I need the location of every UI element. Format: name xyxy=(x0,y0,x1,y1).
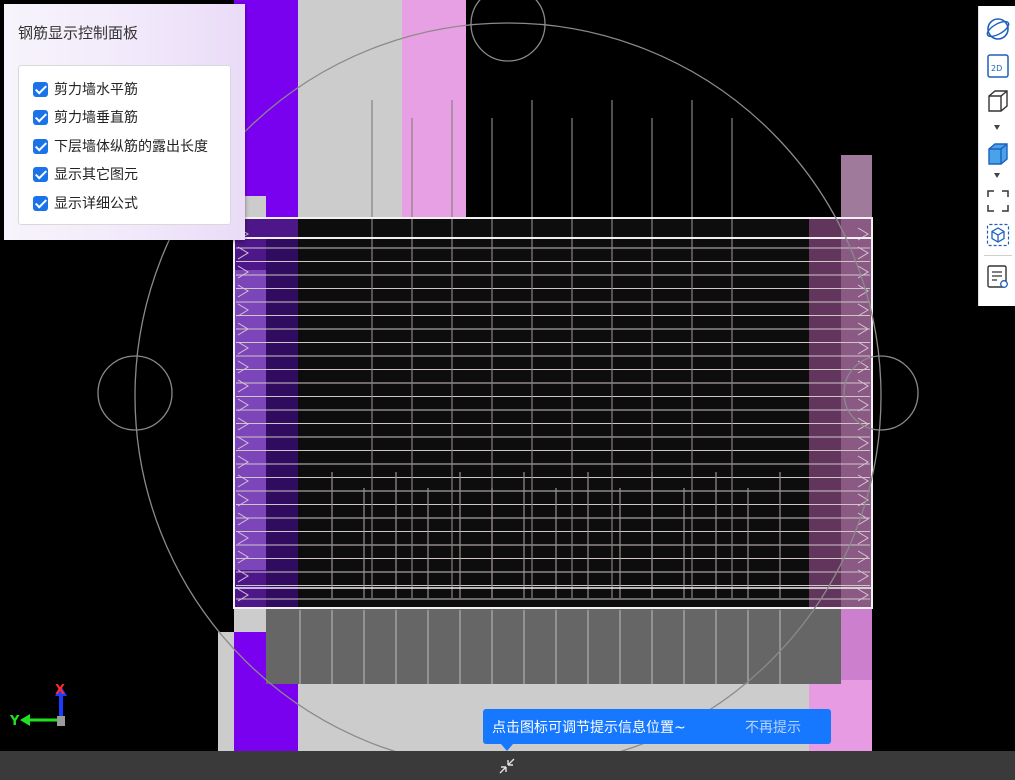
hint-tooltip[interactable]: 点击图标可调节提示信息位置~ 不再提示 xyxy=(483,709,831,751)
property-list-icon[interactable] xyxy=(985,264,1011,290)
fit-view-icon[interactable] xyxy=(985,188,1011,214)
checkbox[interactable] xyxy=(33,138,48,154)
panel-title: 钢筋显示控制面板 xyxy=(18,24,139,42)
option-label: 剪力墙垂直筋 xyxy=(54,110,138,126)
option-wall-vertical-rebar[interactable]: 剪力墙垂直筋 xyxy=(33,106,138,128)
x-axis-label: X xyxy=(55,683,65,698)
gray-strip-top xyxy=(298,0,402,238)
y-axis-arrow xyxy=(20,714,30,726)
chevron-down-icon[interactable] xyxy=(994,173,1000,178)
gray-block xyxy=(234,608,266,632)
checkbox[interactable] xyxy=(33,81,48,97)
cube-filled-icon[interactable] xyxy=(985,141,1011,167)
dont-show-again-button[interactable]: 不再提示 xyxy=(745,717,801,737)
option-show-other-elements[interactable]: 显示其它图元 xyxy=(33,163,138,185)
y-axis-label: Y xyxy=(9,714,20,729)
view-2d-label: 2D xyxy=(991,64,1002,73)
isolate-icon[interactable] xyxy=(985,222,1011,248)
toolbar-divider xyxy=(984,255,1012,256)
checkbox[interactable] xyxy=(33,195,48,211)
option-label: 下层墙体纵筋的露出长度 xyxy=(54,139,208,155)
tooltip-pointer xyxy=(501,744,513,751)
foundation xyxy=(266,608,841,684)
option-show-detailed-formula[interactable]: 显示详细公式 xyxy=(33,192,138,214)
options-list: 剪力墙水平筋 剪力墙垂直筋 下层墙体纵筋的露出长度 显示其它图元 显示详细公式 xyxy=(18,65,231,225)
wall-edge-right-band xyxy=(841,218,872,608)
option-label: 剪力墙水平筋 xyxy=(54,82,138,98)
chevron-down-icon[interactable] xyxy=(994,125,1000,130)
view-toolbar: 2D xyxy=(978,6,1015,306)
wall-body xyxy=(234,218,872,608)
cube-outline-icon[interactable] xyxy=(985,88,1011,114)
option-label: 显示其它图元 xyxy=(54,167,138,183)
view-2d-icon[interactable]: 2D xyxy=(985,53,1011,79)
orbit-icon[interactable] xyxy=(985,16,1011,42)
option-wall-horizontal-rebar[interactable]: 剪力墙水平筋 xyxy=(33,78,138,100)
pink-strip-bottom xyxy=(841,608,872,680)
rebar-display-panel: 钢筋显示控制面板 剪力墙水平筋 剪力墙垂直筋 下层墙体纵筋的露出长度 显示其它图… xyxy=(4,4,245,240)
axis-indicator: X Y xyxy=(9,683,67,729)
checkbox[interactable] xyxy=(33,166,48,182)
option-label: 显示详细公式 xyxy=(54,196,138,212)
collapse-icon[interactable] xyxy=(496,755,518,777)
checkbox[interactable] xyxy=(33,109,48,125)
hint-text: 点击图标可调节提示信息位置~ xyxy=(492,720,686,736)
origin-block xyxy=(57,716,65,726)
option-lower-wall-exposed-length[interactable]: 下层墙体纵筋的露出长度 xyxy=(33,135,208,157)
